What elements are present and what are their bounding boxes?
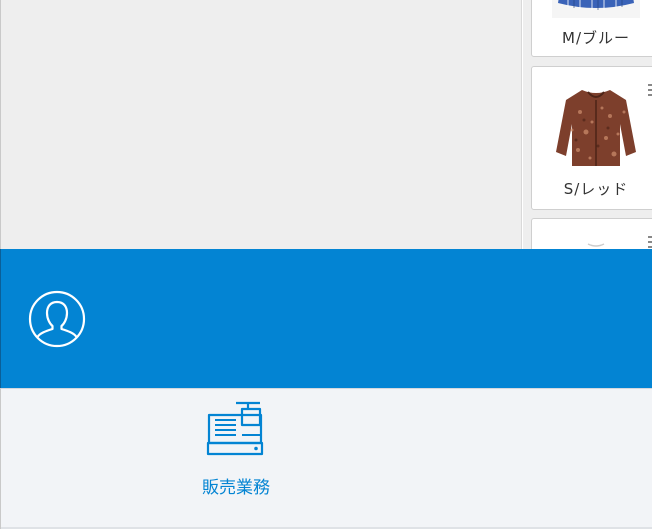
sales-operations-label: 販売業務 (202, 478, 270, 498)
product-card[interactable] (531, 218, 652, 249)
product-thumbnail (552, 82, 640, 170)
product-card[interactable]: M/ブルー (531, 0, 652, 57)
product-card[interactable]: S/レッド (531, 66, 652, 210)
product-variant-label: M/ブルー (562, 29, 630, 47)
product-variant-label: S/レッド (563, 180, 629, 198)
cash-register-icon (206, 401, 264, 457)
drag-handle-icon[interactable] (648, 84, 652, 96)
product-thumbnail (552, 234, 640, 249)
user-header-band (0, 249, 652, 388)
sales-operations-button[interactable]: 販売業務 (191, 399, 281, 498)
user-avatar-icon[interactable] (28, 290, 86, 348)
drag-handle-icon[interactable] (648, 236, 652, 248)
bottom-menu: 販売業務 (0, 388, 652, 529)
product-list[interactable]: M/ブルー S/レッド (523, 0, 652, 249)
product-thumbnail (552, 0, 640, 18)
app-window: M/ブルー S/レッド 販売業務 (0, 0, 652, 529)
main-content-panel (0, 0, 522, 249)
